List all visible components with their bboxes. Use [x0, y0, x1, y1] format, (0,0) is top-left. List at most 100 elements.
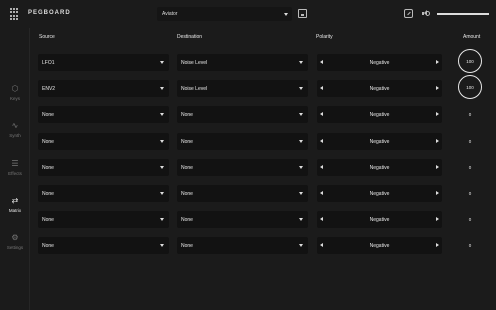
- sliders-icon: ☰: [11, 159, 19, 168]
- arrow-right-icon[interactable]: [436, 139, 439, 143]
- polarity-selector: Negative: [317, 237, 442, 254]
- matrix-row: None None Negative 0: [38, 211, 490, 228]
- arrow-right-icon[interactable]: [436, 217, 439, 221]
- gear-icon: ⚙: [11, 233, 19, 242]
- destination-select[interactable]: Noise Level: [177, 80, 308, 97]
- source-select[interactable]: LFO1: [38, 54, 169, 71]
- chevron-down-icon: [299, 87, 303, 90]
- arrow-right-icon[interactable]: [436, 243, 439, 247]
- amount-value[interactable]: 0: [458, 191, 482, 196]
- polarity-value: Negative: [369, 191, 390, 197]
- source-value: ENV2: [42, 86, 56, 92]
- amount-value: 100: [466, 59, 474, 64]
- destination-value: None: [181, 165, 193, 171]
- waveform-icon: ∿: [11, 121, 19, 130]
- amount-value[interactable]: 0: [458, 112, 482, 117]
- source-select[interactable]: None: [38, 106, 169, 123]
- source-select[interactable]: ENV2: [38, 80, 169, 97]
- destination-select[interactable]: Noise Level: [177, 54, 308, 71]
- source-select[interactable]: None: [38, 133, 169, 150]
- chevron-down-icon: [299, 244, 303, 247]
- amount-value[interactable]: 0: [458, 139, 482, 144]
- sidebar-item-matrix[interactable]: ⇄ Matrix: [0, 196, 30, 222]
- app-title: PEGBOARD: [28, 10, 71, 16]
- sidebar-item-label: Matrix: [8, 208, 22, 213]
- sidebar: ⬡ Keys ∿ Synth ☰ Effects ⇄ Matrix ⚙ Sett…: [0, 28, 30, 310]
- polarity-value: Negative: [369, 112, 390, 118]
- chevron-down-icon: [160, 61, 164, 64]
- arrow-right-icon[interactable]: [436, 60, 439, 64]
- chevron-down-icon: [160, 113, 164, 116]
- amount-value[interactable]: 0: [458, 217, 482, 222]
- source-value: None: [42, 217, 54, 223]
- sidebar-item-synth[interactable]: ∿ Synth: [0, 121, 30, 147]
- destination-value: None: [181, 191, 193, 197]
- sidebar-item-label: Effects: [8, 171, 22, 176]
- column-header-polarity: Polarity: [316, 34, 333, 40]
- polarity-selector: Negative: [317, 54, 442, 71]
- source-select[interactable]: None: [38, 211, 169, 228]
- matrix-row: None None Negative 0: [38, 159, 490, 176]
- source-value: None: [42, 139, 54, 145]
- source-select[interactable]: None: [38, 237, 169, 254]
- matrix-row: LFO1 Noise Level Negative 100: [38, 49, 490, 73]
- arrow-right-icon[interactable]: [436, 165, 439, 169]
- polarity-value: Negative: [369, 165, 390, 171]
- preset-select[interactable]: Aviator: [157, 7, 292, 21]
- volume-slider[interactable]: [437, 13, 489, 15]
- polarity-selector: Negative: [317, 159, 442, 176]
- logo-icon: [10, 8, 20, 20]
- save-icon[interactable]: [298, 9, 307, 18]
- polarity-selector: Negative: [317, 106, 442, 123]
- amount-value[interactable]: 0: [458, 243, 482, 248]
- amount-knob[interactable]: 100: [458, 75, 482, 99]
- destination-select[interactable]: None: [177, 159, 308, 176]
- volume-icon[interactable]: [422, 10, 430, 17]
- sidebar-item-keys[interactable]: ⬡ Keys: [0, 84, 30, 110]
- matrix-row: None None Negative 0: [38, 133, 490, 150]
- sidebar-item-effects[interactable]: ☰ Effects: [0, 159, 30, 185]
- arrow-right-icon[interactable]: [436, 191, 439, 195]
- column-header-destination: Destination: [177, 34, 203, 40]
- matrix-row: ENV2 Noise Level Negative 100: [38, 75, 490, 99]
- share-icon[interactable]: [404, 9, 413, 18]
- arrow-right-icon[interactable]: [436, 112, 439, 116]
- chevron-down-icon: [299, 113, 303, 116]
- polarity-selector: Negative: [317, 185, 442, 202]
- destination-value: Noise Level: [181, 86, 208, 92]
- polarity-value: Negative: [369, 60, 390, 66]
- sidebar-item-settings[interactable]: ⚙ Settings: [0, 233, 30, 259]
- polarity-selector: Negative: [317, 211, 442, 228]
- destination-select[interactable]: None: [177, 185, 308, 202]
- source-value: None: [42, 165, 54, 171]
- chevron-down-icon: [299, 61, 303, 64]
- chevron-down-icon: [160, 244, 164, 247]
- destination-value: None: [181, 112, 193, 118]
- chevron-down-icon: [299, 166, 303, 169]
- column-header-source: Source: [39, 34, 55, 40]
- source-value: None: [42, 112, 54, 118]
- matrix-row: None None Negative 0: [38, 237, 490, 254]
- source-value: LFO1: [42, 60, 55, 66]
- destination-value: Noise Level: [181, 60, 208, 66]
- arrow-right-icon[interactable]: [436, 86, 439, 90]
- chevron-down-icon: [160, 192, 164, 195]
- chevron-down-icon: [160, 140, 164, 143]
- amount-value[interactable]: 0: [458, 165, 482, 170]
- destination-select[interactable]: None: [177, 211, 308, 228]
- source-value: None: [42, 243, 54, 249]
- matrix-row: None None Negative 0: [38, 185, 490, 202]
- chevron-down-icon: [160, 218, 164, 221]
- source-select[interactable]: None: [38, 185, 169, 202]
- top-bar: PEGBOARD Aviator: [0, 0, 496, 28]
- preset-value: Aviator: [162, 11, 178, 17]
- amount-knob[interactable]: 100: [458, 49, 482, 73]
- chevron-down-icon: [299, 218, 303, 221]
- destination-select[interactable]: None: [177, 237, 308, 254]
- polarity-value: Negative: [369, 139, 390, 145]
- destination-select[interactable]: None: [177, 133, 308, 150]
- chevron-down-icon: [160, 166, 164, 169]
- source-select[interactable]: None: [38, 159, 169, 176]
- destination-select[interactable]: None: [177, 106, 308, 123]
- routing-icon: ⇄: [11, 196, 19, 205]
